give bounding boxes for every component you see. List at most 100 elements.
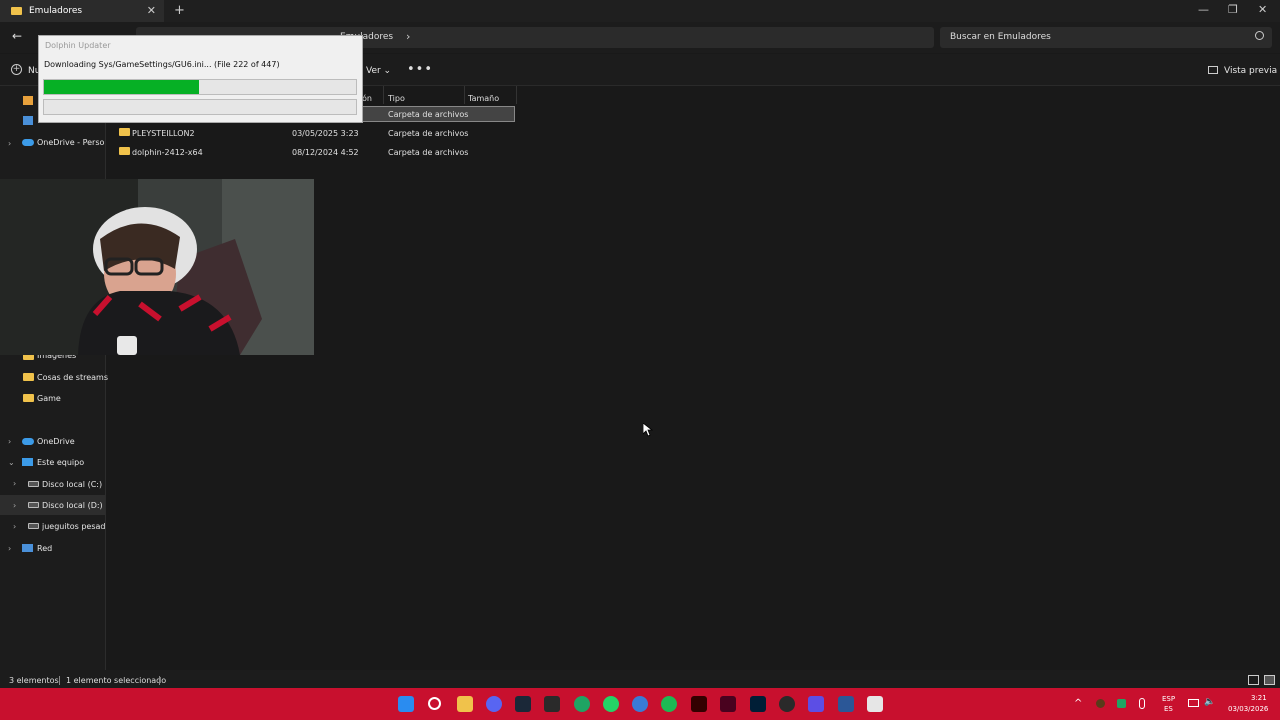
drive-icon [28, 502, 39, 508]
start-icon[interactable] [398, 696, 414, 712]
onedrive-icon [22, 438, 34, 445]
region-code[interactable]: ES [1164, 705, 1173, 713]
close-window-button[interactable]: ✕ [1258, 3, 1267, 16]
app-icon[interactable] [808, 696, 824, 712]
expand-chevron-icon[interactable]: › [13, 522, 16, 531]
status-bar [0, 670, 1280, 688]
volume-icon[interactable]: 🔈 [1204, 697, 1215, 707]
minimize-button[interactable]: — [1198, 3, 1209, 16]
tray-app-icon[interactable] [1096, 699, 1105, 708]
search-icon[interactable] [1255, 31, 1264, 40]
obs-icon[interactable] [779, 696, 795, 712]
sidebar-item-red[interactable]: Red [37, 544, 52, 553]
row-date: 08/12/2024 4:52 [292, 148, 359, 157]
app-icon[interactable] [867, 696, 883, 712]
new-tab-button[interactable]: + [174, 3, 185, 18]
clock-date[interactable]: 03/03/2026 [1228, 705, 1268, 713]
column-divider[interactable] [383, 86, 384, 104]
row-name[interactable]: dolphin-2412-x64 [132, 148, 203, 157]
status-divider [59, 676, 60, 685]
selection-count: 1 elemento seleccionado [66, 676, 167, 685]
expand-chevron-icon[interactable]: › [8, 544, 11, 553]
tiles-view-icon[interactable] [1264, 675, 1275, 685]
more-options-icon[interactable]: ••• [407, 62, 433, 77]
sidebar-item-game[interactable]: Game [37, 394, 61, 403]
item-count: 3 elementos [9, 676, 59, 685]
row-date: 03/05/2025 3:23 [292, 129, 359, 138]
folder-icon [119, 128, 130, 136]
new-icon[interactable]: + [11, 64, 22, 75]
network-icon[interactable] [1188, 699, 1199, 707]
microphone-icon[interactable] [1139, 698, 1145, 709]
file-progress-fill [44, 80, 199, 94]
preview-pane-icon[interactable] [1208, 66, 1218, 74]
clock-time[interactable]: 3:21 [1251, 694, 1267, 702]
tab-emuladores[interactable]: Emuladores ✕ [0, 0, 164, 22]
back-button[interactable]: ← [12, 29, 22, 43]
expand-chevron-icon[interactable]: › [8, 139, 11, 148]
column-header-date[interactable]: ón [362, 94, 372, 103]
language-code[interactable]: ESP [1162, 695, 1175, 703]
download-status-text: Downloading Sys/GameSettings/GU6.ini... … [44, 60, 280, 69]
whatsapp-icon[interactable] [603, 696, 619, 712]
sidebar-item-onedrive[interactable]: OneDrive [37, 437, 75, 446]
sidebar-item-este-equipo[interactable]: Este equipo [37, 458, 84, 467]
sidebar-item-onedrive-personal[interactable]: OneDrive - Persona [37, 138, 105, 147]
drive-icon [28, 523, 39, 529]
column-header-size[interactable]: Tamaño [468, 94, 499, 103]
view-button[interactable]: Ver ⌄ [366, 66, 391, 76]
expand-chevron-icon[interactable]: › [8, 437, 11, 446]
computer-icon [22, 458, 33, 466]
epic-games-icon[interactable] [544, 696, 560, 712]
network-icon [22, 544, 33, 552]
close-tab-icon[interactable]: ✕ [147, 4, 156, 17]
expand-chevron-icon[interactable]: › [13, 501, 16, 510]
edge-icon[interactable] [574, 696, 590, 712]
illustrator-icon[interactable] [691, 696, 707, 712]
folder-icon [11, 7, 22, 15]
onedrive-icon [22, 139, 34, 146]
home-icon[interactable] [23, 96, 33, 105]
sidebar-item-jueguitos-pesadit[interactable]: jueguitos pesadit [42, 522, 105, 531]
search-placeholder: Buscar en Emuladores [950, 32, 1051, 42]
indesign-icon[interactable] [720, 696, 736, 712]
app-icon[interactable] [632, 696, 648, 712]
expand-chevron-icon[interactable]: › [13, 479, 16, 488]
row-type: Carpeta de archivos [388, 110, 469, 119]
tray-security-icon[interactable] [1117, 699, 1126, 708]
folder-icon [119, 147, 130, 155]
app-icon[interactable] [838, 696, 854, 712]
gallery-icon[interactable] [23, 116, 33, 125]
column-divider[interactable] [516, 86, 517, 104]
webcam-overlay [0, 179, 314, 355]
file-explorer-icon[interactable] [457, 696, 473, 712]
mouse-cursor-icon [643, 423, 653, 437]
steam-icon[interactable] [515, 696, 531, 712]
drive-icon [28, 481, 39, 487]
maximize-button[interactable]: ❐ [1228, 3, 1238, 16]
sidebar-item-disco-c[interactable]: Disco local (C:) [42, 480, 102, 489]
search-icon[interactable] [428, 697, 441, 710]
folder-icon [23, 373, 34, 381]
breadcrumb-chevron-icon[interactable]: › [406, 30, 410, 43]
collapse-chevron-icon[interactable]: ⌄ [8, 458, 15, 467]
sidebar-item-disco-d[interactable]: Disco local (D:) [42, 501, 103, 510]
dialog-title: Dolphin Updater [45, 41, 111, 50]
row-name[interactable]: PLEYSTEILLON2 [132, 129, 195, 138]
title-bar [0, 0, 1280, 22]
photoshop-icon[interactable] [750, 696, 766, 712]
sidebar-item-cosas-de-streams[interactable]: Cosas de streams [37, 373, 108, 382]
spotify-icon[interactable] [661, 696, 677, 712]
row-type: Carpeta de archivos [388, 148, 469, 157]
preview-button[interactable]: Vista previa [1224, 66, 1277, 76]
total-progress-bar [43, 99, 357, 115]
discord-icon[interactable] [486, 696, 502, 712]
status-divider [159, 676, 160, 685]
folder-icon [23, 394, 34, 402]
tab-title: Emuladores [29, 6, 83, 16]
tray-overflow-icon[interactable]: ^ [1074, 698, 1082, 709]
column-divider[interactable] [464, 86, 465, 104]
row-type: Carpeta de archivos [388, 129, 469, 138]
details-view-icon[interactable] [1248, 675, 1259, 685]
column-header-type[interactable]: Tipo [388, 94, 405, 103]
